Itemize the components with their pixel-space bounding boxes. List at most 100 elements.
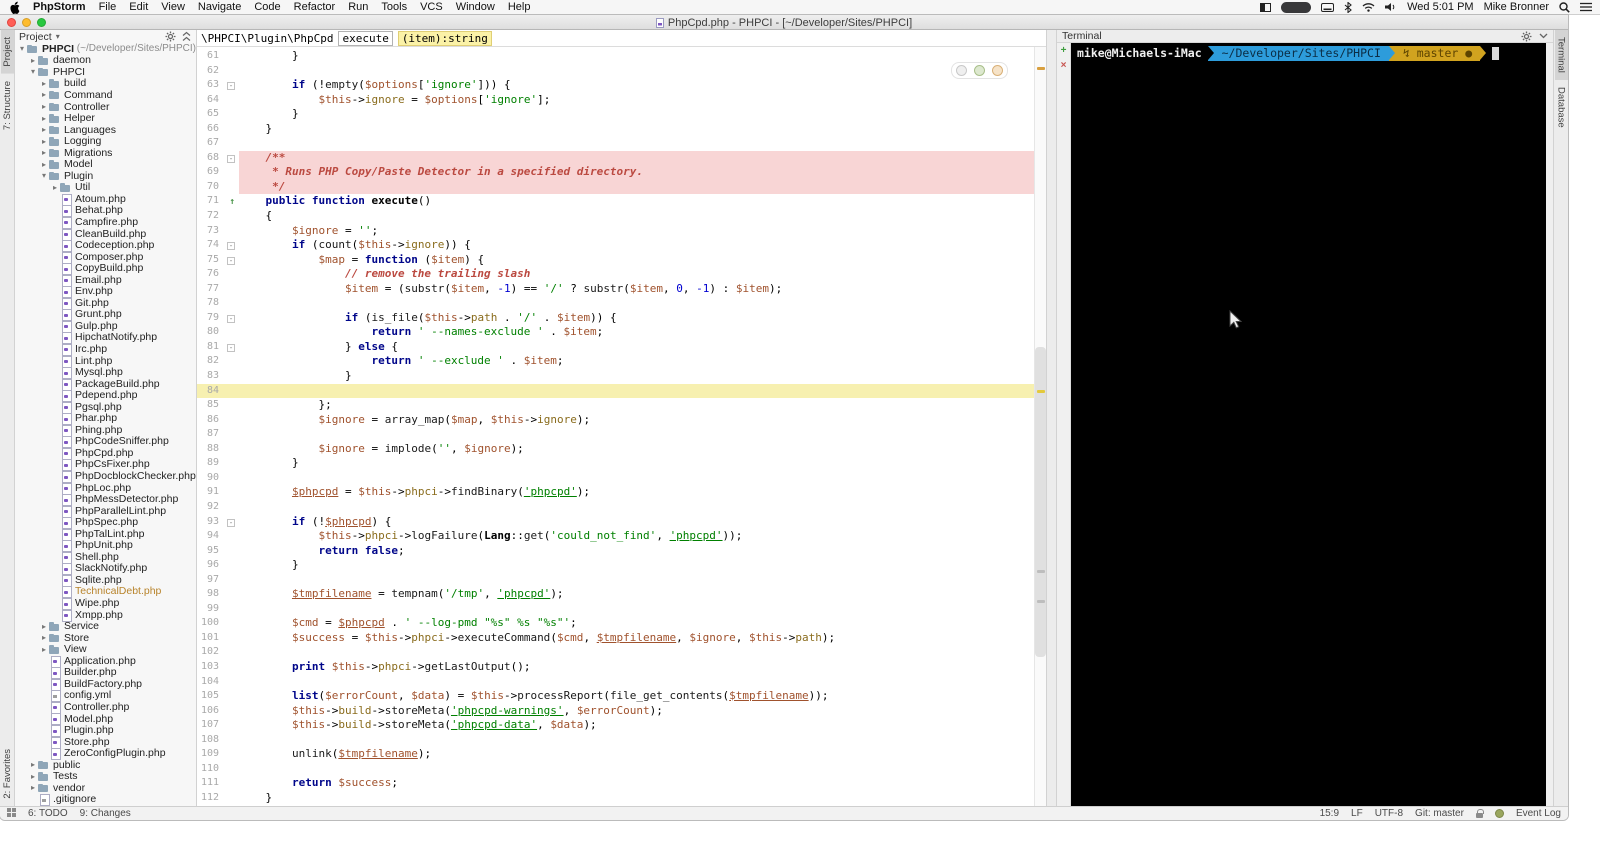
tree-item[interactable]: ▸ Util — [15, 181, 196, 193]
tree-item[interactable]: Controller.php — [15, 701, 196, 714]
code-line[interactable]: 97 — [197, 573, 1034, 588]
menu-view[interactable]: View — [161, 1, 185, 13]
tree-item[interactable]: Phing.php — [15, 424, 196, 437]
tree-item[interactable]: ZeroConfigPlugin.php — [15, 747, 196, 761]
code-line[interactable]: 93- if (!$phpcpd) { — [197, 515, 1034, 530]
collapse-icon[interactable] — [181, 31, 192, 42]
tree-item[interactable]: ▾ PHPCI — [15, 66, 196, 78]
code-line[interactable]: 77 $item = (substr($item, -1) == '/' ? s… — [197, 282, 1034, 297]
line-number[interactable]: 81 — [197, 340, 221, 355]
stripe-mark[interactable] — [1037, 570, 1045, 573]
line-number[interactable]: 108 — [197, 733, 221, 748]
line-number[interactable]: 90 — [197, 471, 221, 486]
tree-item[interactable]: ▸ Command — [15, 89, 196, 101]
stripe-mark[interactable] — [1037, 390, 1045, 393]
keyboard-icon[interactable] — [1321, 2, 1335, 12]
fold-marker-icon[interactable]: - — [227, 82, 235, 91]
hide-icon[interactable] — [1539, 33, 1548, 39]
editor-panel[interactable]: \PHPCI\Plugin\PhpCpd execute (item):stri… — [197, 30, 1046, 806]
line-number[interactable]: 74 — [197, 238, 221, 253]
tree-item[interactable]: Behat.php — [15, 204, 196, 218]
line-number[interactable]: 61 — [197, 49, 221, 64]
tree-item[interactable]: PackageBuild.php — [15, 378, 196, 391]
fold-marker-icon[interactable]: - — [227, 518, 235, 527]
statusbar-item-6-todo[interactable]: 6: TODO — [28, 808, 68, 819]
menu-tools[interactable]: Tools — [381, 1, 407, 13]
code-line[interactable]: 62 — [197, 64, 1034, 79]
line-number[interactable]: 97 — [197, 573, 221, 588]
menu-window[interactable]: Window — [456, 1, 495, 13]
code-line[interactable]: 67 — [197, 136, 1034, 151]
tree-item[interactable]: PhpTalLint.php — [15, 528, 196, 541]
inspection-widget-button[interactable] — [974, 65, 985, 76]
tree-item[interactable]: ▸ Model — [15, 158, 196, 170]
line-number[interactable]: 71 — [197, 194, 221, 209]
tree-item[interactable]: PhpCsFixer.php — [15, 458, 196, 472]
tree-item[interactable]: ▸ Languages — [15, 124, 196, 136]
lock-icon[interactable] — [1475, 808, 1484, 818]
bluetooth-icon[interactable] — [1344, 1, 1352, 13]
line-number[interactable]: 76 — [197, 267, 221, 282]
window-icon[interactable] — [1260, 2, 1272, 12]
inspection-widget-button[interactable] — [956, 65, 967, 76]
code-line[interactable]: 76 // remove the trailing slash — [197, 267, 1034, 282]
line-number[interactable]: 77 — [197, 282, 221, 297]
line-number[interactable]: 111 — [197, 776, 221, 791]
code-line[interactable]: 65 } — [197, 107, 1034, 122]
tree-item[interactable]: ▸ Migrations — [15, 147, 196, 159]
tree-arrow-icon[interactable]: ▸ — [39, 633, 49, 642]
volume-icon[interactable] — [1385, 2, 1397, 12]
code-line[interactable]: 61 } — [197, 49, 1034, 64]
tree-item[interactable]: TechnicalDebt.php — [15, 585, 196, 599]
tree-arrow-icon[interactable]: ▸ — [39, 160, 49, 169]
line-number[interactable]: 91 — [197, 485, 221, 500]
tree-item[interactable]: ▾ Plugin — [15, 170, 196, 182]
code-line[interactable]: 108 — [197, 733, 1034, 748]
tree-item[interactable]: Composer.php — [15, 251, 196, 264]
tree-item[interactable]: PhpUnit.php — [15, 539, 196, 553]
code-line[interactable]: 84 — [197, 383, 1034, 399]
tree-arrow-icon[interactable]: ▸ — [28, 783, 38, 792]
code-line[interactable]: 72 { — [197, 209, 1034, 224]
tree-item[interactable]: Codeception.php — [15, 239, 196, 253]
tree-item[interactable]: Builder.php — [15, 666, 196, 680]
line-number[interactable]: 69 — [197, 165, 221, 180]
tree-arrow-icon[interactable]: ▸ — [39, 125, 49, 134]
code-line[interactable]: 110 — [197, 762, 1034, 777]
line-number[interactable]: 110 — [197, 762, 221, 777]
stripe-mark[interactable] — [1037, 600, 1045, 603]
code-line[interactable]: 106 $this->build->storeMeta('phpcpd-warn… — [197, 704, 1034, 719]
menu-navigate[interactable]: Navigate — [198, 1, 241, 13]
code-line[interactable]: 88 $ignore = implode('', $ignore); — [197, 442, 1034, 457]
tree-item[interactable]: Application.php — [15, 655, 196, 668]
tree-item[interactable]: .gitignore — [15, 793, 196, 806]
line-number[interactable]: 78 — [197, 296, 221, 311]
tree-item[interactable]: PhpCodeSniffer.php — [15, 435, 196, 449]
code-line[interactable]: 98 $tmpfilename = tempnam('/tmp', 'phpcp… — [197, 587, 1034, 602]
line-number[interactable]: 106 — [197, 704, 221, 719]
tree-item[interactable]: Sqlite.php — [15, 574, 196, 587]
tree-item[interactable]: PhpMessDetector.php — [15, 493, 196, 507]
tree-item[interactable]: Phar.php — [15, 412, 196, 426]
code-line[interactable]: 107 $this->build->storeMeta('phpcpd-data… — [197, 718, 1034, 733]
code-line[interactable]: 91 $phpcpd = $this->phpci->findBinary('p… — [197, 485, 1034, 500]
code-line[interactable]: 109 unlink($tmpfilename); — [197, 747, 1034, 762]
editor-scrollbar[interactable] — [1034, 47, 1046, 806]
line-number[interactable]: 63 — [197, 78, 221, 93]
statusbar-item-utf-8[interactable]: UTF-8 — [1375, 808, 1403, 819]
close-session-icon[interactable]: × — [1061, 61, 1067, 71]
tree-item[interactable]: BuildFactory.php — [15, 678, 196, 691]
line-number[interactable]: 89 — [197, 456, 221, 471]
tree-arrow-icon[interactable]: ▾ — [39, 171, 49, 180]
line-number[interactable]: 104 — [197, 675, 221, 690]
tool-window-button-2-favorites[interactable]: 2: Favorites — [1, 742, 14, 806]
menu-code[interactable]: Code — [254, 1, 280, 13]
tree-item[interactable]: Lint.php — [15, 355, 196, 368]
code-line[interactable]: 96 } — [197, 558, 1034, 573]
line-number[interactable]: 93 — [197, 515, 221, 530]
tree-item[interactable]: Wipe.php — [15, 597, 196, 611]
code-line[interactable]: 90 — [197, 471, 1034, 486]
menu-run[interactable]: Run — [348, 1, 368, 13]
code-line[interactable]: 105 list($errorCount, $data) = $this->pr… — [197, 689, 1034, 704]
tree-item[interactable]: Shell.php — [15, 551, 196, 564]
